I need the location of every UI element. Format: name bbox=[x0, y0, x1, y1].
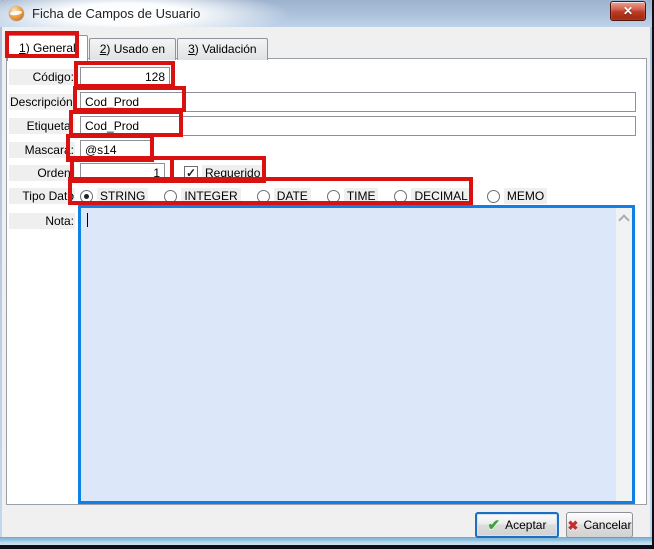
radio-option-label: DATE bbox=[274, 188, 311, 204]
window-border-bottom bbox=[0, 537, 652, 545]
tab-general[interactable]: 1) General bbox=[7, 35, 88, 61]
orden-input[interactable] bbox=[80, 163, 165, 183]
etiqueta-label: Etiqueta: bbox=[9, 118, 75, 134]
orden-label: Orden: bbox=[9, 165, 75, 181]
text-caret bbox=[87, 213, 88, 227]
nota-scrollbar[interactable] bbox=[615, 208, 632, 501]
accept-button-label: Aceptar bbox=[505, 518, 546, 532]
radio-icon[interactable] bbox=[80, 190, 93, 203]
etiqueta-row: Etiqueta: bbox=[9, 116, 641, 136]
accept-check-icon: ✔ bbox=[488, 518, 501, 533]
radio-icon[interactable] bbox=[164, 190, 177, 203]
requerido-checkbox-box[interactable]: ✓ bbox=[184, 166, 198, 180]
window-border-right bbox=[650, 0, 652, 545]
mascara-input[interactable] bbox=[80, 140, 152, 160]
radio-option-memo[interactable]: MEMO bbox=[487, 188, 547, 204]
tipo-dato-row: Tipo Dato STRING INTEGER DATE TIME DECIMAL ME… bbox=[9, 186, 641, 206]
mascara-row: Mascara: bbox=[9, 140, 641, 160]
cancel-button-label: Cancelar bbox=[583, 518, 631, 532]
radio-option-label: MEMO bbox=[504, 188, 547, 204]
radio-option-decimal[interactable]: DECIMAL bbox=[394, 188, 470, 204]
tab-validacion-label: ) Validación bbox=[195, 42, 257, 56]
radio-option-string[interactable]: STRING bbox=[80, 188, 148, 204]
checkmark-icon: ✓ bbox=[186, 167, 196, 179]
nota-label: Nota: bbox=[9, 213, 75, 229]
radio-option-label: TIME bbox=[344, 188, 379, 204]
radio-icon[interactable] bbox=[394, 190, 407, 203]
descripcion-label: Descripción: bbox=[9, 94, 75, 110]
radio-option-time[interactable]: TIME bbox=[327, 188, 379, 204]
radio-option-label: INTEGER bbox=[181, 188, 240, 204]
codigo-row: Código: bbox=[9, 67, 641, 87]
tab-page-general: Código: Descripción: Etiqueta: Mascara: … bbox=[6, 58, 647, 505]
radio-icon[interactable] bbox=[257, 190, 270, 203]
descripcion-row: Descripción: bbox=[9, 92, 641, 112]
radio-option-label: STRING bbox=[97, 188, 148, 204]
window-border-left bbox=[0, 0, 2, 545]
accept-button[interactable]: ✔ Aceptar bbox=[475, 512, 559, 538]
nota-textarea[interactable] bbox=[78, 205, 635, 504]
codigo-label: Código: bbox=[9, 69, 75, 85]
close-icon: ✕ bbox=[623, 5, 633, 17]
tabstrip: 1) General 2) Usado en 3) Validación bbox=[7, 34, 269, 60]
app-icon bbox=[9, 6, 24, 21]
radio-icon[interactable] bbox=[327, 190, 340, 203]
titlebar[interactable]: Ficha de Campos de Usuario bbox=[0, 0, 652, 27]
tab-usado-en[interactable]: 2) Usado en bbox=[89, 38, 176, 60]
close-button[interactable]: ✕ bbox=[610, 1, 646, 21]
radio-option-label: DECIMAL bbox=[411, 188, 470, 204]
mascara-label: Mascara: bbox=[9, 142, 75, 158]
codigo-input[interactable] bbox=[80, 67, 170, 87]
etiqueta-input[interactable] bbox=[80, 116, 636, 136]
tab-validacion-accel: 3 bbox=[188, 42, 195, 56]
cancel-cross-icon: ✖ bbox=[568, 519, 579, 532]
tipo-dato-label: Tipo Dato bbox=[9, 188, 75, 204]
orden-row: Orden: ✓ Requerido bbox=[9, 163, 641, 183]
requerido-label: Requerido bbox=[202, 165, 263, 181]
tab-usado-en-label: ) Usado en bbox=[106, 42, 165, 56]
radio-option-date[interactable]: DATE bbox=[257, 188, 311, 204]
tab-general-accel: 1 bbox=[19, 41, 26, 55]
window-title: Ficha de Campos de Usuario bbox=[32, 6, 200, 21]
cancel-button[interactable]: ✖ Cancelar bbox=[566, 512, 633, 538]
scroll-up-icon[interactable] bbox=[618, 214, 629, 225]
radio-icon[interactable] bbox=[487, 190, 500, 203]
radio-option-integer[interactable]: INTEGER bbox=[164, 188, 240, 204]
screen: Ficha de Campos de Usuario ✕ 1) General … bbox=[0, 0, 654, 549]
tipo-dato-options: STRING INTEGER DATE TIME DECIMAL MEMO bbox=[80, 188, 547, 204]
tab-general-label: ) General bbox=[26, 41, 76, 55]
descripcion-input[interactable] bbox=[80, 92, 636, 112]
requerido-checkbox[interactable]: ✓ Requerido bbox=[184, 165, 263, 181]
tab-validacion[interactable]: 3) Validación bbox=[177, 38, 268, 60]
